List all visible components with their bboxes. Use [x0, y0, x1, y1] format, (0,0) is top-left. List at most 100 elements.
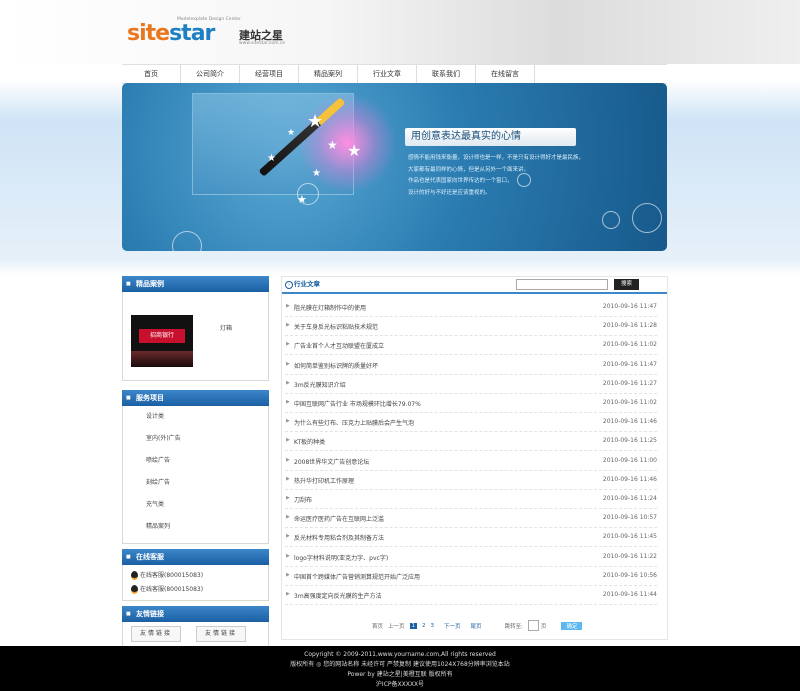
article-row[interactable]: ▶ 反光材料专用粘合剂及其制备方法 2010-09-16 11:45 — [285, 527, 657, 548]
header-background — [0, 0, 800, 64]
bullet-arrow-icon: ▶ — [286, 418, 290, 425]
article-row[interactable]: ▶ logo字材料说明(亚克力字、pvc字) 2010-09-16 11:22 — [285, 547, 657, 567]
article-date: 2010-09-16 11:28 — [602, 322, 657, 330]
products-header: 精品案例 — [122, 276, 269, 292]
pager-page[interactable]: 3 — [431, 623, 435, 629]
banner-text: 感情不能用钱来衡量，设计师也是一样，不是只有设计得好才是最民族， 大家都有最同样… — [408, 153, 648, 199]
article-title[interactable]: KT板的种类 — [294, 437, 325, 446]
star-icon: ★ — [287, 128, 296, 138]
nav-articles[interactable]: 行业文章 — [358, 65, 417, 83]
article-row[interactable]: ▶ 中国首个跨媒体广告营销测算规范开始广泛应用 2010-09-16 10:56 — [285, 566, 657, 586]
bullet-arrow-icon: ▶ — [286, 475, 290, 482]
article-date: 2010-09-16 11:24 — [602, 495, 657, 502]
article-row[interactable]: ▶ 如何简单鉴别标识牌的质量好坏 2010-09-16 11:47 — [285, 355, 657, 375]
article-row[interactable]: ▶ 2008世界华文广告创意论坛 2010-09-16 11:00 — [285, 451, 657, 471]
pager-jump-label: 跳转至: — [504, 623, 523, 630]
nav-business[interactable]: 经营项目 — [240, 65, 299, 83]
service-item[interactable]: 室内(外)广告 — [123, 428, 268, 450]
article-date: 2010-09-16 11:46 — [602, 418, 657, 426]
star-icon: ★ — [347, 141, 362, 160]
pager-jump-input[interactable] — [527, 620, 539, 631]
article-title[interactable]: 中国首个跨媒体广告营销测算规范开始广泛应用 — [294, 572, 420, 581]
article-title[interactable]: 3m高强度定向反光膜的生产方法 — [294, 591, 382, 600]
search-button[interactable]: 搜索 — [614, 279, 639, 290]
article-date: 2010-09-16 10:56 — [602, 571, 657, 579]
service-item[interactable]: 刻绘广告 — [123, 472, 268, 494]
service-item[interactable]: 充气类 — [123, 494, 268, 516]
services-box: 设计类 室内(外)广告 喷绘广告 刻绘广告 充气类 精品案列 — [122, 406, 269, 544]
banner-line: 作品也是代表国家向世界传达的一个窗口， — [408, 178, 513, 184]
bubble-decoration — [297, 183, 319, 205]
bullet-arrow-icon: ▶ — [286, 379, 290, 386]
friend-link-button[interactable]: 友情链接 — [196, 626, 246, 642]
pager-page-current[interactable]: 1 — [409, 622, 418, 629]
links-box: 友情链接 友情链接 — [122, 622, 269, 649]
article-row[interactable]: ▶ 刀刮布 2010-09-16 11:24 — [285, 489, 657, 509]
products-box: 招商银行 灯箱 — [122, 292, 269, 381]
pager-first[interactable]: 首页 — [372, 622, 383, 630]
circle-arrow-icon: › — [285, 281, 293, 289]
qq-icon — [131, 585, 138, 594]
nav-home[interactable]: 首页 — [122, 65, 181, 83]
star-icon: ★ — [267, 153, 276, 164]
nav-contact[interactable]: 联系我们 — [417, 65, 476, 83]
footer-powered-by: Power by 建站之星|美橙互联 版权所有 — [347, 671, 453, 678]
pager-next[interactable]: 下一页 — [444, 622, 461, 630]
article-row[interactable]: ▶ 关于车身反光标识粘贴技术规范 2010-09-16 11:28 — [285, 316, 657, 337]
article-title[interactable]: 广告业首个人才互动联盟在厦成立 — [294, 341, 384, 350]
product-image[interactable]: 招商银行 — [131, 315, 193, 367]
article-title[interactable]: 刀刮布 — [294, 495, 312, 504]
article-row[interactable]: ▶ 广告业首个人才互动联盟在厦成立 2010-09-16 11:02 — [285, 335, 657, 356]
article-title[interactable]: 关于车身反光标识粘贴技术规范 — [294, 322, 378, 331]
service-item[interactable]: 设计类 — [123, 406, 268, 428]
friend-link-button[interactable]: 友情链接 — [131, 626, 181, 642]
bullet-arrow-icon: ▶ — [286, 341, 290, 348]
article-title[interactable]: 阻光膜在灯箱制作中的使用 — [294, 303, 366, 312]
product-image-floor — [131, 351, 193, 367]
article-row[interactable]: ▶ 3m高强度定向反光膜的生产方法 2010-09-16 11:44 — [285, 585, 657, 605]
nav-cases[interactable]: 精品案列 — [299, 65, 358, 83]
qq-icon — [131, 571, 138, 580]
product-label[interactable]: 灯箱 — [220, 323, 232, 332]
service-item[interactable]: 喷绘广告 — [123, 450, 268, 472]
article-title[interactable]: 中国互联网广告行业 市场规模环比增长79.07% — [294, 399, 421, 408]
article-date: 2010-09-16 10:57 — [602, 514, 657, 522]
article-title[interactable]: logo字材料说明(亚克力字、pvc字) — [294, 553, 388, 562]
pager-last[interactable]: 尾页 — [471, 622, 482, 630]
nav-guestbook[interactable]: 在线留言 — [476, 65, 535, 83]
bullet-arrow-icon: ▶ — [286, 495, 290, 501]
article-row[interactable]: ▶ KT板的种类 2010-09-16 11:25 — [285, 431, 657, 452]
article-date: 2010-09-16 11:25 — [602, 437, 657, 445]
support-header: 在线客服 — [122, 549, 269, 565]
article-row[interactable]: ▶ 热升华打印机工作原理 2010-09-16 11:46 — [285, 470, 657, 490]
article-row[interactable]: ▶ 阻光膜在灯箱制作中的使用 2010-09-16 11:47 — [285, 297, 657, 317]
article-title[interactable]: 命运医疗医药广告在互联网上泛滥 — [294, 514, 384, 523]
site-logo[interactable]: Modelexplate Design Center sitestar 建站之星… — [127, 17, 317, 47]
nav-about[interactable]: 公司简介 — [181, 65, 240, 83]
article-date: 2010-09-16 11:47 — [602, 360, 657, 368]
articles-header: › 行业文章 搜索 — [282, 277, 667, 294]
pager-page[interactable]: 2 — [422, 623, 426, 629]
article-title[interactable]: 为什么有些灯布、压克力上贴膜后会产生气泡 — [294, 418, 414, 427]
article-date: 2010-09-16 11:00 — [602, 456, 657, 464]
article-title[interactable]: 3m反光膜知识介绍 — [294, 380, 346, 389]
banner-line: 设计的好与不好还是应该重视的。 — [408, 189, 491, 196]
article-date: 2010-09-16 11:22 — [602, 552, 657, 560]
article-row[interactable]: ▶ 3m反光膜知识介绍 2010-09-16 11:27 — [285, 374, 657, 394]
article-date: 2010-09-16 11:45 — [602, 533, 657, 541]
article-title[interactable]: 如何简单鉴别标识牌的质量好坏 — [294, 361, 378, 370]
search-input[interactable] — [516, 279, 608, 290]
service-item[interactable]: 精品案列 — [123, 516, 268, 538]
article-row[interactable]: ▶ 命运医疗医药广告在互联网上泛滥 2010-09-16 10:57 — [285, 508, 657, 529]
article-title[interactable]: 反光材料专用粘合剂及其制备方法 — [294, 533, 384, 542]
article-row[interactable]: ▶ 中国互联网广告行业 市场规模环比增长79.07% 2010-09-16 11:0… — [285, 393, 657, 413]
article-row[interactable]: ▶ 为什么有些灯布、压克力上贴膜后会产生气泡 2010-09-16 11:46 — [285, 412, 657, 433]
article-title[interactable]: 热升华打印机工作原理 — [294, 476, 354, 485]
pager-prev[interactable]: 上一页 — [388, 622, 405, 630]
pager-go-button[interactable]: 确定 — [561, 621, 583, 630]
bullet-arrow-icon: ▶ — [286, 571, 290, 578]
qq-contact[interactable]: 在线客服(800015083) — [123, 583, 268, 597]
article-title[interactable]: 2008世界华文广告创意论坛 — [294, 457, 369, 466]
bubble-decoration — [632, 203, 662, 233]
qq-contact[interactable]: 在线客服(800015083) — [123, 569, 268, 583]
